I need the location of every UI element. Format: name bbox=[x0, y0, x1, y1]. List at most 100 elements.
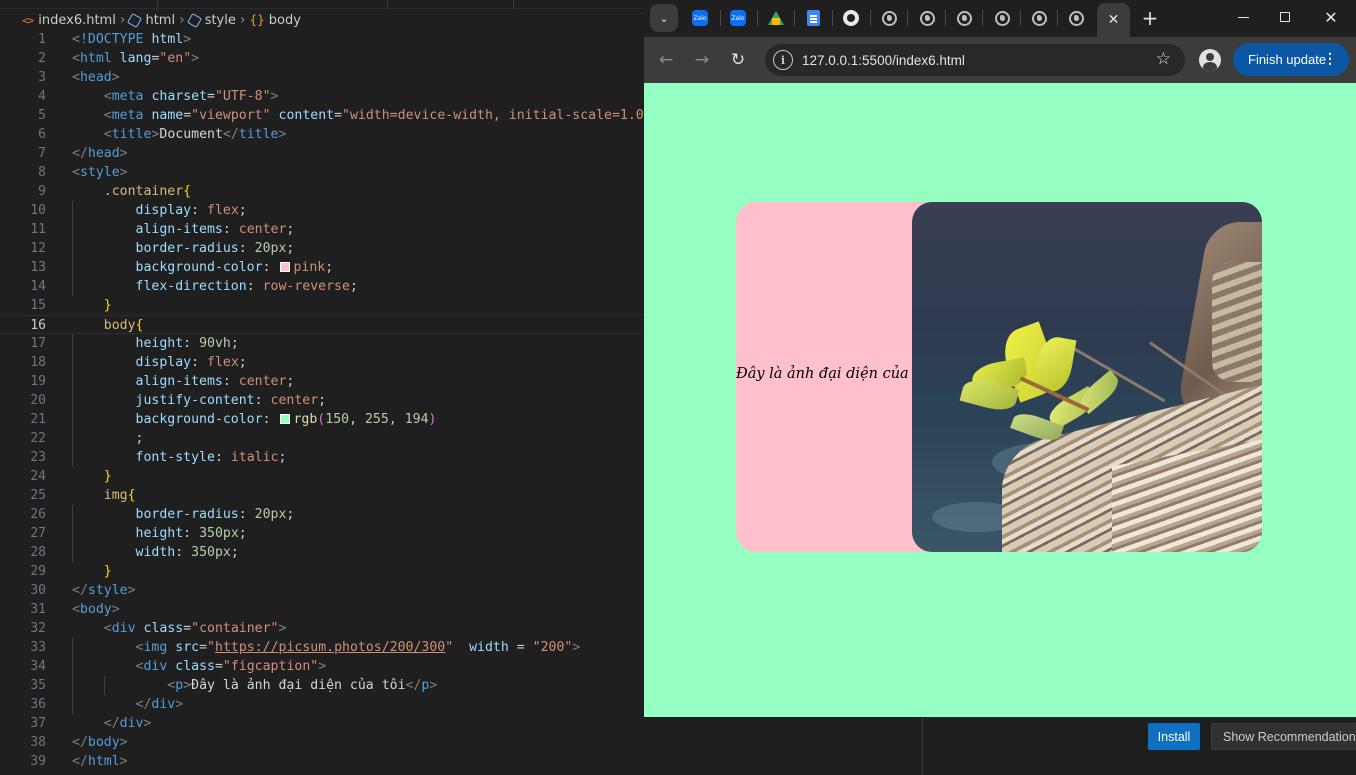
code-line[interactable]: 28 width: 350px; bbox=[0, 543, 644, 562]
code-text: height: 90vh; bbox=[135, 336, 239, 351]
line-number: 30 bbox=[30, 583, 46, 598]
code-line[interactable]: 37 </div> bbox=[0, 714, 644, 733]
close-tab-icon[interactable]: ✕ bbox=[1108, 12, 1120, 28]
code-line[interactable]: 23 font-style: italic; bbox=[0, 448, 644, 467]
code-line[interactable]: 31 <body> bbox=[0, 600, 644, 619]
reload-icon: ↻ bbox=[730, 50, 746, 70]
tab-globe-1[interactable] bbox=[871, 6, 907, 30]
code-line[interactable]: 34 <div class="figcaption"> bbox=[0, 657, 644, 676]
tab-globe-4[interactable] bbox=[984, 6, 1020, 30]
profile-avatar-icon[interactable] bbox=[1199, 49, 1221, 71]
line-number: 23 bbox=[30, 450, 46, 465]
code-line[interactable]: 13 background-color: pink; bbox=[0, 258, 644, 277]
forward-button[interactable]: → bbox=[688, 46, 716, 74]
tab-zalo-1[interactable]: Zalo bbox=[682, 6, 718, 30]
code-text: .container{ bbox=[103, 184, 192, 199]
code-line[interactable]: 2 <html lang="en"> bbox=[0, 49, 644, 68]
code-line[interactable]: 16 body{ bbox=[0, 315, 644, 334]
code-line[interactable]: 26 border-radius: 20px; bbox=[0, 505, 644, 524]
code-line[interactable]: 21 background-color: rgb(150, 255, 194) bbox=[0, 410, 644, 429]
new-tab-button[interactable]: + bbox=[1138, 6, 1162, 30]
line-number: 19 bbox=[30, 374, 46, 389]
line-number: 31 bbox=[30, 602, 46, 617]
code-line[interactable]: 39 </html> bbox=[0, 752, 644, 771]
code-line[interactable]: 24 } bbox=[0, 467, 644, 486]
code-editor[interactable]: <> index6.html › html › style › {} body 1 <… bbox=[0, 0, 660, 775]
globe-icon bbox=[1068, 10, 1084, 26]
code-line[interactable]: 8 <style> bbox=[0, 163, 644, 182]
browser-toolbar: ← → ↻ i 127.0.0.1:5500/index6.html ☆ Fin… bbox=[644, 37, 1356, 83]
code-line[interactable]: 35 <p>Đây là ảnh đại diện của tôi</p> bbox=[0, 676, 644, 695]
code-line[interactable]: 7 </head> bbox=[0, 144, 644, 163]
code-line[interactable]: 29 } bbox=[0, 562, 644, 581]
code-line[interactable]: 4 <meta charset="UTF-8"> bbox=[0, 87, 644, 106]
close-window-button[interactable]: ✕ bbox=[1309, 4, 1353, 30]
breadcrumb-body[interactable]: {} body bbox=[249, 13, 300, 28]
tab-zalo-2[interactable]: Zalo bbox=[720, 6, 756, 30]
code-line[interactable]: 10 display: flex; bbox=[0, 201, 644, 220]
reload-button[interactable]: ↻ bbox=[724, 46, 752, 74]
tab-search-button[interactable]: ⌄ bbox=[650, 4, 678, 32]
line-number: 27 bbox=[30, 526, 46, 541]
code-line[interactable]: 6 <title>Document</title> bbox=[0, 125, 644, 144]
code-line[interactable]: 38 </body> bbox=[0, 733, 644, 752]
code-line[interactable]: 33 <img src="https://picsum.photos/200/3… bbox=[0, 638, 644, 657]
code-text: </head> bbox=[72, 146, 128, 161]
line-number: 33 bbox=[30, 640, 46, 655]
breadcrumb-style[interactable]: style bbox=[186, 12, 236, 28]
line-number: 16 bbox=[30, 318, 46, 333]
code-line[interactable]: 36 </div> bbox=[0, 695, 644, 714]
code-area[interactable]: 1 <!DOCTYPE html> 2 <html lang="en"> 3 <head>… bbox=[0, 30, 660, 771]
breadcrumb-file[interactable]: <> index6.html bbox=[22, 13, 116, 28]
line-number: 5 bbox=[38, 108, 46, 123]
code-text: </style> bbox=[72, 583, 136, 598]
install-button[interactable]: Install bbox=[1148, 723, 1200, 750]
tab-globe-2[interactable] bbox=[909, 6, 945, 30]
tab-google-docs[interactable] bbox=[795, 6, 831, 30]
code-line[interactable]: 15 } bbox=[0, 296, 644, 315]
code-text: <div class="figcaption"> bbox=[135, 659, 327, 674]
back-button[interactable]: ← bbox=[652, 46, 680, 74]
chevron-down-icon: ⌄ bbox=[659, 11, 669, 25]
active-tab[interactable]: ✕ bbox=[1097, 3, 1130, 37]
code-text: <head> bbox=[72, 70, 120, 85]
tab-globe-6[interactable] bbox=[1058, 6, 1094, 30]
line-number: 21 bbox=[30, 412, 46, 427]
tab-google-drive[interactable] bbox=[758, 6, 794, 30]
code-line[interactable]: 20 justify-content: center; bbox=[0, 391, 644, 410]
code-line[interactable]: 18 display: flex; bbox=[0, 353, 644, 372]
bookmark-star-icon[interactable]: ☆ bbox=[1156, 49, 1171, 69]
minimize-button[interactable] bbox=[1221, 4, 1265, 30]
color-swatch[interactable] bbox=[280, 414, 291, 424]
code-line[interactable]: 32 <div class="container"> bbox=[0, 619, 644, 638]
code-line[interactable]: 19 align-items: center; bbox=[0, 372, 644, 391]
code-line[interactable]: 17 height: 90vh; bbox=[0, 334, 644, 353]
code-text: font-style: italic; bbox=[135, 450, 287, 465]
address-bar[interactable]: i 127.0.0.1:5500/index6.html ☆ bbox=[765, 44, 1185, 76]
code-line[interactable]: 25 img{ bbox=[0, 486, 644, 505]
color-swatch[interactable] bbox=[280, 262, 291, 272]
more-menu-icon[interactable]: ⋮ bbox=[1323, 50, 1337, 67]
code-line[interactable]: 1 <!DOCTYPE html> bbox=[0, 30, 644, 49]
show-recommendations-button[interactable]: Show Recommendations bbox=[1211, 723, 1356, 750]
code-line[interactable]: 27 height: 350px; bbox=[0, 524, 644, 543]
site-info-icon[interactable]: i bbox=[773, 50, 793, 70]
code-line[interactable]: 11 align-items: center; bbox=[0, 220, 644, 239]
page-viewport: Đây là ảnh đại diện của tôi bbox=[644, 83, 1356, 717]
code-line[interactable]: 12 border-radius: 20px; bbox=[0, 239, 644, 258]
code-line[interactable]: 22 ; bbox=[0, 429, 644, 448]
code-line[interactable]: 3 <head> bbox=[0, 68, 644, 87]
tab-globe-3[interactable] bbox=[946, 6, 982, 30]
code-line[interactable]: 30 </style> bbox=[0, 581, 644, 600]
breadcrumb-html[interactable]: html bbox=[127, 12, 175, 28]
maximize-button[interactable] bbox=[1263, 4, 1307, 30]
tab-github[interactable] bbox=[833, 6, 869, 30]
tab-globe-5[interactable] bbox=[1021, 6, 1057, 30]
code-line[interactable]: 9 .container{ bbox=[0, 182, 644, 201]
url-text[interactable]: 127.0.0.1:5500/index6.html bbox=[802, 53, 965, 68]
code-line[interactable]: 5 <meta name="viewport" content="width=d… bbox=[0, 106, 659, 125]
finish-update-button[interactable]: Finish update ⋮ bbox=[1233, 43, 1349, 76]
code-line[interactable]: 14 flex-direction: row-reverse; bbox=[0, 277, 644, 296]
code-text: height: 350px; bbox=[135, 526, 247, 541]
line-number: 24 bbox=[30, 469, 46, 484]
